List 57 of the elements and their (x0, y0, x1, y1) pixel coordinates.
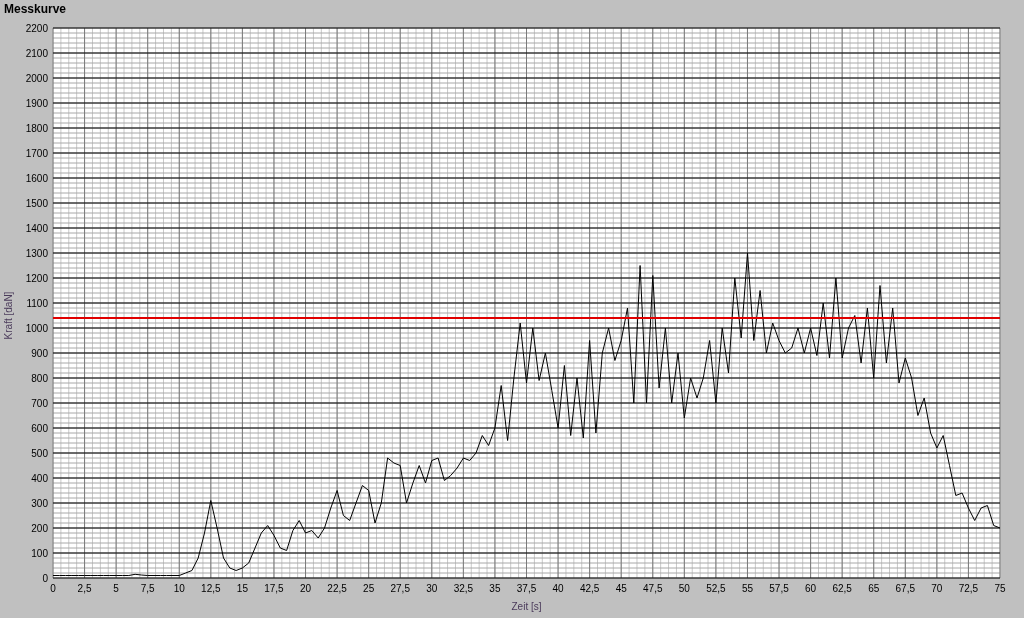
tick-label: 2000 (25, 72, 48, 84)
tick-label: 200 (31, 522, 48, 534)
tick-label: 0 (50, 583, 56, 594)
tick-label: 900 (31, 347, 48, 359)
tick-label: 1600 (25, 172, 48, 184)
tick-label: 55 (741, 583, 754, 594)
tick-label: 500 (31, 447, 48, 459)
axis-title: Kraft [daN] (3, 291, 14, 340)
tick-label: 1300 (25, 247, 48, 259)
tick-label: 62,5 (832, 583, 852, 594)
tick-label: 100 (31, 547, 48, 559)
tick-label: 10 (173, 583, 185, 594)
tick-label: 7,5 (140, 583, 155, 594)
tick-label: 700 (31, 397, 48, 409)
tick-label: 1700 (25, 147, 48, 159)
tick-label: 27,5 (390, 583, 410, 594)
tick-label: 800 (31, 372, 48, 384)
tick-label: 40 (552, 583, 564, 594)
tick-label: 65 (868, 583, 880, 594)
tick-label: 25 (363, 583, 375, 594)
tick-label: 300 (31, 497, 48, 509)
tick-label: 60 (805, 583, 817, 594)
tick-label: 1100 (26, 297, 48, 309)
tick-label: 22,5 (327, 583, 347, 594)
tick-label: 1800 (25, 122, 48, 134)
tick-label: 2200 (25, 22, 48, 34)
tick-label: 20 (299, 583, 312, 594)
tick-label: 15 (236, 583, 248, 594)
tick-label: 30 (426, 583, 438, 594)
tick-label: 0 (42, 572, 48, 584)
tick-label: 5 (113, 583, 119, 594)
tick-label: 37,5 (516, 583, 537, 594)
tick-label: 1200 (25, 272, 48, 284)
tick-label: 42,5 (579, 583, 600, 594)
tick-label: 47,5 (643, 583, 663, 594)
tick-label: 67,5 (895, 583, 916, 594)
axis-title: Zeit [s] (511, 601, 542, 612)
tick-label: 2,5 (77, 583, 92, 594)
tick-label: 50 (678, 583, 690, 594)
tick-label: 1500 (25, 197, 48, 209)
panel-title: Messkurve (3, 1, 67, 18)
tick-label: 400 (31, 472, 48, 484)
tick-label: 32,5 (453, 583, 474, 594)
tick-label: 45 (615, 583, 627, 594)
tick-label: 72,5 (958, 583, 979, 594)
tick-label: 52,5 (706, 583, 726, 594)
tick-label: 75 (994, 583, 1006, 594)
tick-label: 17,5 (264, 583, 284, 594)
tick-label: 12,5 (201, 583, 221, 594)
tick-label: 1900 (25, 97, 48, 109)
tick-label: 57,5 (769, 583, 789, 594)
tick-label: 600 (31, 422, 48, 434)
tick-label: 1000 (25, 322, 48, 334)
tick-label: 70 (931, 583, 943, 594)
tick-label: 2100 (25, 47, 48, 59)
tick-label: 1400 (25, 222, 48, 234)
tick-label: 35 (489, 583, 501, 594)
